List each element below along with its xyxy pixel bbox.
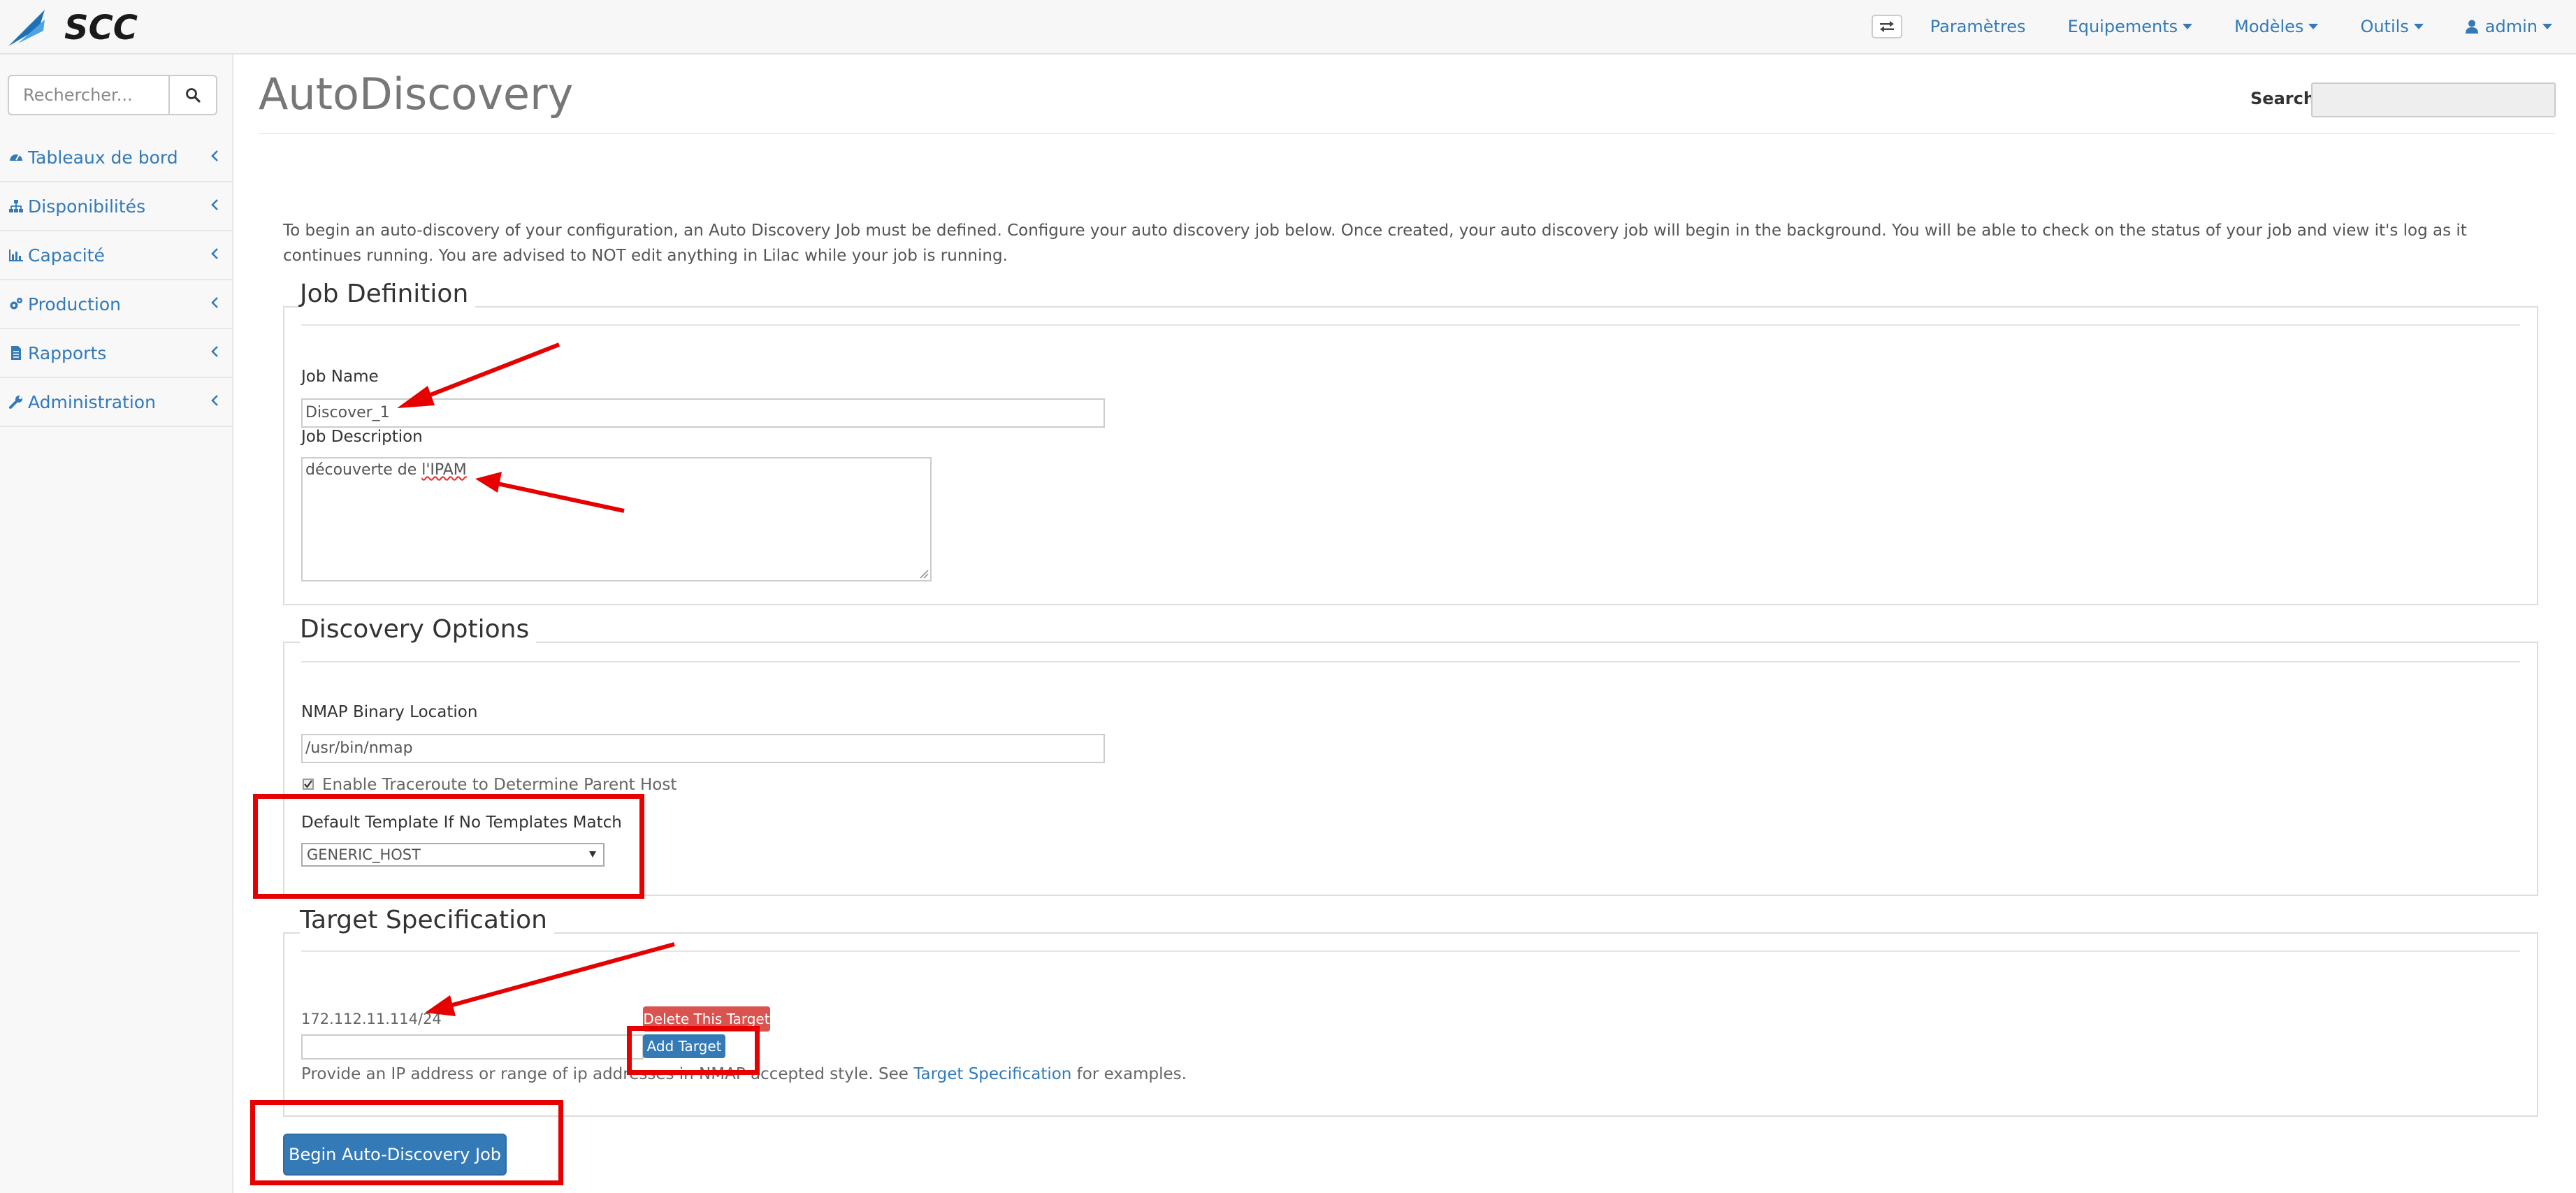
job-name-value: Discover_1 [305, 404, 390, 421]
sidebar-item-label: Disponibilités [28, 196, 146, 217]
new-target-input[interactable] [301, 1034, 644, 1060]
job-description-prefix: découverte de [305, 461, 422, 479]
legend-rule [301, 661, 2520, 663]
chevron-left-icon [211, 297, 218, 308]
checkmark-icon [304, 780, 312, 788]
layout-toggle-button[interactable] [1871, 15, 1902, 38]
sidebar-search-button[interactable] [170, 75, 217, 115]
sidebar-item-administration[interactable]: Administration [0, 378, 232, 427]
logo-text: SCC [64, 8, 138, 48]
sidebar-item-rapports[interactable]: Rapports [0, 329, 232, 378]
sidebar-item-capacite[interactable]: Capacité [0, 231, 232, 280]
annotation-box-add-target [627, 1026, 760, 1075]
caret-down-icon [2542, 24, 2552, 29]
sidebar: Tableaux de bord Disponibilités Capacité… [0, 55, 233, 1193]
traceroute-label: Enable Traceroute to Determine Parent Ho… [322, 776, 677, 794]
nav-outils[interactable]: Outils [2360, 17, 2424, 36]
page-title: AutoDiscovery [259, 68, 574, 120]
scc-logo[interactable]: SCC [4, 3, 200, 49]
job-name-label: Job Name [301, 368, 379, 386]
sidebar-item-tableaux-de-bord[interactable]: Tableaux de bord [0, 133, 232, 182]
caret-down-icon [2308, 24, 2319, 29]
sidebar-item-disponibilites[interactable]: Disponibilités [0, 182, 232, 231]
target-specification-link[interactable]: Target Specification [913, 1065, 1071, 1083]
annotation-box-default-template [253, 794, 644, 899]
chevron-left-icon [211, 199, 218, 210]
sidebar-item-production[interactable]: Production [0, 280, 232, 329]
sitemap-icon [9, 200, 23, 212]
chevron-left-icon [211, 150, 218, 161]
nmap-location-value: /usr/bin/nmap [305, 739, 413, 757]
dashboard-icon [10, 154, 22, 161]
nav-admin-label: admin [2484, 17, 2538, 36]
title-divider [259, 133, 2555, 134]
job-definition-legend: Job Definition [300, 280, 476, 308]
sidebar-search-input[interactable] [8, 75, 170, 115]
cogs-icon [10, 298, 22, 310]
sidebar-item-label: Administration [28, 391, 156, 412]
legend-rule [301, 324, 2520, 326]
swap-icon [1879, 21, 1894, 32]
chevron-left-icon [211, 346, 218, 357]
job-description-label: Job Description [301, 428, 423, 446]
help-prefix: Provide an IP address or range of ip add… [301, 1065, 914, 1083]
user-icon [2465, 20, 2478, 34]
sidebar-menu: Tableaux de bord Disponibilités Capacité… [0, 133, 232, 427]
job-name-input[interactable]: Discover_1 [301, 398, 1105, 428]
target-specification-legend: Target Specification [300, 906, 554, 934]
document-icon [11, 346, 21, 360]
chevron-left-icon [211, 395, 218, 406]
sidebar-item-label: Capacité [28, 245, 105, 266]
help-suffix: for examples. [1071, 1065, 1187, 1083]
traceroute-checkbox[interactable] [303, 779, 314, 790]
top-navbar: SCC Paramètres Equipements Modèles Outil… [0, 0, 2576, 55]
target-value: 172.112.11.114/24 [301, 1011, 442, 1027]
nav-admin-user[interactable]: admin [2465, 17, 2552, 36]
search-icon [186, 88, 201, 103]
nav-modeles[interactable]: Modèles [2234, 17, 2319, 36]
sidebar-search [8, 75, 217, 115]
nav-outils-label: Outils [2360, 17, 2409, 36]
sidebar-item-label: Rapports [28, 342, 107, 363]
discovery-options-legend: Discovery Options [300, 615, 537, 644]
target-specification-section: Target Specification 172.112.11.114/24 D… [283, 906, 2538, 1117]
wrench-icon [9, 396, 22, 409]
bar-chart-icon [9, 250, 23, 261]
nav-parametres[interactable]: Paramètres [1930, 17, 2026, 36]
nav-parametres-label: Paramètres [1930, 17, 2026, 36]
nav-equipements[interactable]: Equipements [2068, 17, 2193, 36]
chevron-left-icon [211, 248, 218, 259]
sidebar-item-label: Tableaux de bord [28, 147, 178, 168]
caret-down-icon [2183, 24, 2193, 29]
nmap-location-input[interactable]: /usr/bin/nmap [301, 734, 1105, 763]
nmap-location-label: NMAP Binary Location [301, 703, 478, 721]
sidebar-item-label: Production [28, 294, 122, 314]
intro-text: To begin an auto-discovery of your confi… [283, 222, 2467, 265]
annotation-box-begin-button [250, 1100, 563, 1185]
legend-rule [301, 950, 2520, 952]
nav-equipements-label: Equipements [2067, 17, 2178, 36]
job-description-textarea[interactable]: découverte de l'IPAM [301, 457, 932, 581]
job-description-misspelled: l'IPAM [421, 461, 467, 479]
caret-down-icon [2413, 24, 2424, 29]
nav-modeles-label: Modèles [2234, 17, 2304, 36]
resize-grip-icon[interactable] [919, 569, 929, 579]
job-definition-section: Job Definition Job Name Discover_1 Job D… [283, 280, 2538, 605]
search-input[interactable] [2311, 82, 2556, 117]
